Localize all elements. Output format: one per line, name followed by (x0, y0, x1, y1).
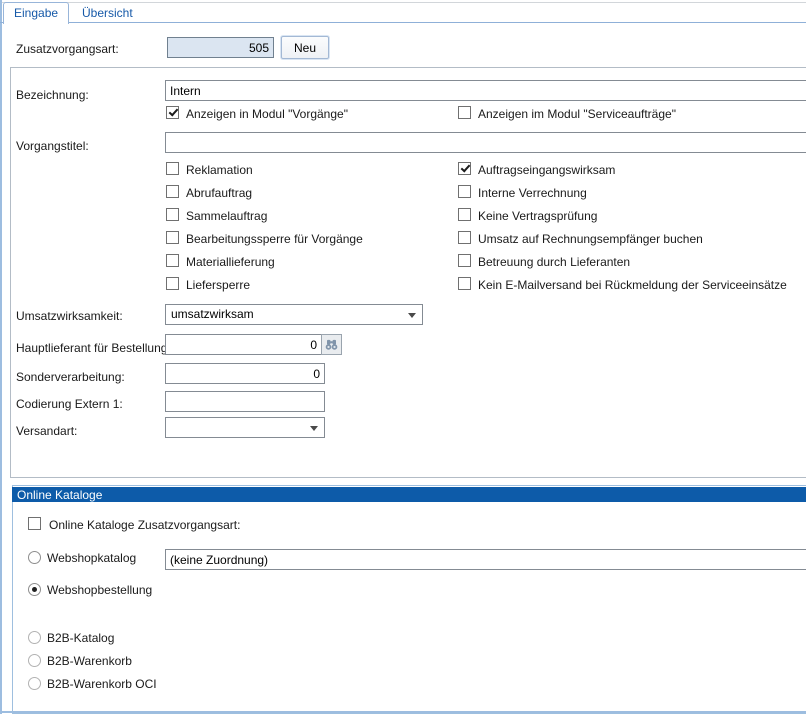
checkbox-anzeigen-vorgaenge-label: Anzeigen in Modul "Vorgänge" (186, 107, 348, 121)
umsatzwirksamkeit-label: Umsatzwirksamkeit: (16, 309, 123, 323)
checkbox-auftragseingangswirksam[interactable] (458, 162, 471, 175)
checkbox-liefersperre[interactable] (166, 277, 179, 290)
checkbox-reklamation-label: Reklamation (186, 163, 253, 177)
zuordnung-input[interactable] (165, 549, 806, 570)
checkbox-online-kataloge-label: Online Kataloge Zusatzvorgangsart: (49, 518, 240, 532)
checkbox-abrufauftrag-label: Abrufauftrag (186, 186, 252, 200)
checkbox-keine-vertragspruefung-label: Keine Vertragsprüfung (478, 209, 597, 223)
checkbox-sammelauftrag[interactable] (166, 208, 179, 221)
checkbox-bearbeitungssperre-label: Bearbeitungssperre für Vorgänge (186, 232, 363, 246)
checkbox-materiallieferung-label: Materiallieferung (186, 255, 275, 269)
radio-b2b-warenkorb-oci[interactable] (28, 677, 41, 690)
radio-b2b-warenkorb-label: B2B-Warenkorb (47, 654, 132, 668)
checkbox-bearbeitungssperre[interactable] (166, 231, 179, 244)
checkbox-sammelauftrag-label: Sammelauftrag (186, 209, 267, 223)
left-panel-border (0, 0, 2, 714)
checkbox-kein-emailversand[interactable] (458, 277, 471, 290)
checkbox-kein-emailversand-label: Kein E-Mailversand bei Rückmeldung der S… (478, 278, 787, 292)
radio-b2b-katalog-label: B2B-Katalog (47, 631, 114, 645)
checkbox-interne-verrechnung-label: Interne Verrechnung (478, 186, 587, 200)
chevron-down-icon (408, 313, 416, 318)
versandart-label: Versandart: (16, 424, 77, 438)
checkbox-anzeigen-vorgaenge[interactable] (166, 106, 179, 119)
vorgangstitel-label: Vorgangstitel: (16, 139, 89, 153)
tab-eingabe[interactable]: Eingabe (3, 2, 69, 24)
vorgangstitel-input[interactable] (165, 132, 806, 153)
radio-b2b-warenkorb[interactable] (28, 654, 41, 667)
umsatzwirksamkeit-dropdown[interactable]: umsatzwirksam (165, 304, 423, 325)
radio-webshopkatalog-label: Webshopkatalog (47, 551, 136, 565)
neu-button[interactable]: Neu (281, 36, 329, 59)
checkbox-anzeigen-serviceauftraege-label: Anzeigen im Modul "Serviceaufträge" (478, 107, 676, 121)
online-kataloge-header-bar (12, 487, 806, 502)
main-groupbox (10, 67, 806, 478)
checkbox-abrufauftrag[interactable] (166, 185, 179, 198)
bezeichnung-input[interactable] (165, 80, 806, 101)
radio-b2b-warenkorb-oci-label: B2B-Warenkorb OCI (47, 677, 157, 691)
umsatzwirksamkeit-value: umsatzwirksam (171, 307, 254, 321)
hauptlieferant-label: Hauptlieferant für Bestellung: (16, 341, 171, 355)
sonderverarbeitung-label: Sonderverarbeitung: (16, 370, 125, 384)
zusatzvorgangsart-input[interactable] (167, 37, 274, 58)
lookup-button[interactable] (321, 334, 342, 355)
codierung-extern-input[interactable] (165, 391, 325, 412)
checkbox-umsatz-rechnungsempfaenger[interactable] (458, 231, 471, 244)
checkbox-online-kataloge-zusatzvorgangsart[interactable] (28, 517, 41, 530)
radio-webshopbestellung[interactable] (28, 583, 41, 596)
hauptlieferant-input[interactable] (165, 334, 322, 355)
chevron-down-icon (310, 426, 318, 431)
binoculars-icon (324, 337, 339, 352)
checkbox-umsatz-rechnungsempfaenger-label: Umsatz auf Rechnungsempfänger buchen (478, 232, 703, 246)
versandart-dropdown[interactable] (165, 417, 325, 438)
checkbox-interne-verrechnung[interactable] (458, 185, 471, 198)
radio-webshopbestellung-label: Webshopbestellung (47, 583, 152, 597)
checkbox-betreuung-lieferanten[interactable] (458, 254, 471, 267)
checkbox-liefersperre-label: Liefersperre (186, 278, 250, 292)
checkbox-keine-vertragspruefung[interactable] (458, 208, 471, 221)
bezeichnung-label: Bezeichnung: (16, 88, 89, 102)
online-kataloge-header-title: Online Kataloge (17, 488, 102, 502)
checkbox-reklamation[interactable] (166, 162, 179, 175)
radio-b2b-katalog[interactable] (28, 631, 41, 644)
checkbox-auftragseingangswirksam-label: Auftragseingangswirksam (478, 163, 615, 177)
checkbox-betreuung-lieferanten-label: Betreuung durch Lieferanten (478, 255, 630, 269)
codierung-extern-label: Codierung Extern 1: (16, 397, 123, 411)
sonderverarbeitung-input[interactable] (165, 363, 325, 384)
form-window: Eingabe Übersicht Zusatzvorgangsart: Neu… (0, 0, 806, 714)
checkbox-materiallieferung[interactable] (166, 254, 179, 267)
zusatzvorgangsart-label: Zusatzvorgangsart: (16, 42, 119, 56)
checkbox-anzeigen-serviceauftraege[interactable] (458, 106, 471, 119)
radio-webshopkatalog[interactable] (28, 551, 41, 564)
tab-uebersicht[interactable]: Übersicht (72, 4, 143, 23)
